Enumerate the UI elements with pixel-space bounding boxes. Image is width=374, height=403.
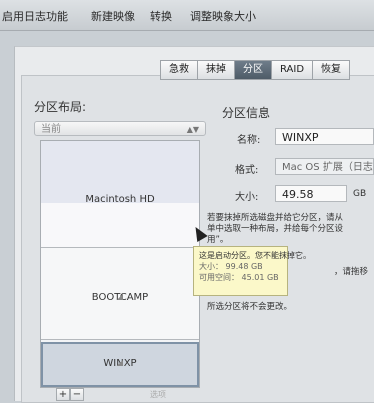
size-field[interactable]: 49.58 <box>275 185 347 202</box>
toolbar-resize-image[interactable]: 调整映象大小 <box>190 8 256 24</box>
tab-raid[interactable]: RAID <box>271 60 313 80</box>
partition-label: Macintosh HD <box>85 194 155 205</box>
tooltip-free-space: 可用空间： 45.01 GB <box>199 273 279 282</box>
description-line: 单中选取一种布局，并给每个分区设 <box>207 224 344 234</box>
tooltip-size: 大小： 99.48 GB <box>199 262 263 271</box>
description-line: 用”。 <box>207 235 229 245</box>
tab-erase[interactable]: 抹掉 <box>197 60 234 80</box>
tab-first-aid[interactable]: 急救 <box>160 60 197 80</box>
startup-partition-tooltip: 这是启动分区。您不能抹掉它。 大小： 99.48 GB 可用空间： 45.01 … <box>193 246 311 296</box>
info-title: 分区信息 <box>222 106 271 120</box>
tooltip-message: 这是启动分区。您不能抹掉它。 <box>199 251 311 260</box>
toolbar-enable-journaling[interactable]: 启用日志功能 <box>2 8 68 24</box>
add-partition-button[interactable]: + <box>56 388 70 401</box>
remove-partition-button[interactable]: − <box>70 388 84 401</box>
toolbar: 启用日志功能 新建映像 转换 调整映象大小 <box>0 0 374 31</box>
tab-restore[interactable]: 恢复 <box>312 60 351 80</box>
format-select[interactable]: Mac OS 扩展（日志 <box>275 158 374 175</box>
description-line: ，请拖移 <box>334 267 369 277</box>
layout-title: 分区布局: <box>34 100 87 114</box>
toolbar-new-image[interactable]: 新建映像 <box>91 8 135 24</box>
resize-handle-icon[interactable]: ◢ <box>43 358 197 384</box>
toolbar-convert[interactable]: 转换 <box>150 8 172 24</box>
size-unit: GB <box>353 189 367 199</box>
partition-winxp[interactable]: WINXP ◢ <box>41 342 199 387</box>
size-label: 大小: <box>235 192 259 203</box>
layout-select-value: 当前 <box>41 124 61 135</box>
tab-partition[interactable]: 分区 <box>234 60 271 80</box>
layout-select[interactable]: 当前 ▲▼ <box>34 121 206 136</box>
options-button[interactable]: 选项 <box>150 389 166 400</box>
tab-bar: 急救 抹掉 分区 RAID 恢复 <box>160 60 351 80</box>
name-field[interactable]: WINXP <box>275 128 374 145</box>
chevron-updown-icon: ▲▼ <box>186 125 199 134</box>
name-label: 名称: <box>237 135 261 146</box>
partition-macintosh-hd[interactable]: Macintosh HD <box>41 141 199 248</box>
format-label: 格式: <box>235 165 259 176</box>
resize-handle-icon[interactable]: ◢ <box>41 292 199 338</box>
description-line: 若要抹掉所选磁盘并给它分区，请从 <box>207 213 344 223</box>
partition-layout-map: Macintosh HD BOOTCAMP ◢ WINXP ◢ <box>40 140 200 388</box>
partition-bootcamp[interactable]: BOOTCAMP ◢ <box>41 248 199 340</box>
description-line: 所选分区将不会更改。 <box>207 302 293 312</box>
